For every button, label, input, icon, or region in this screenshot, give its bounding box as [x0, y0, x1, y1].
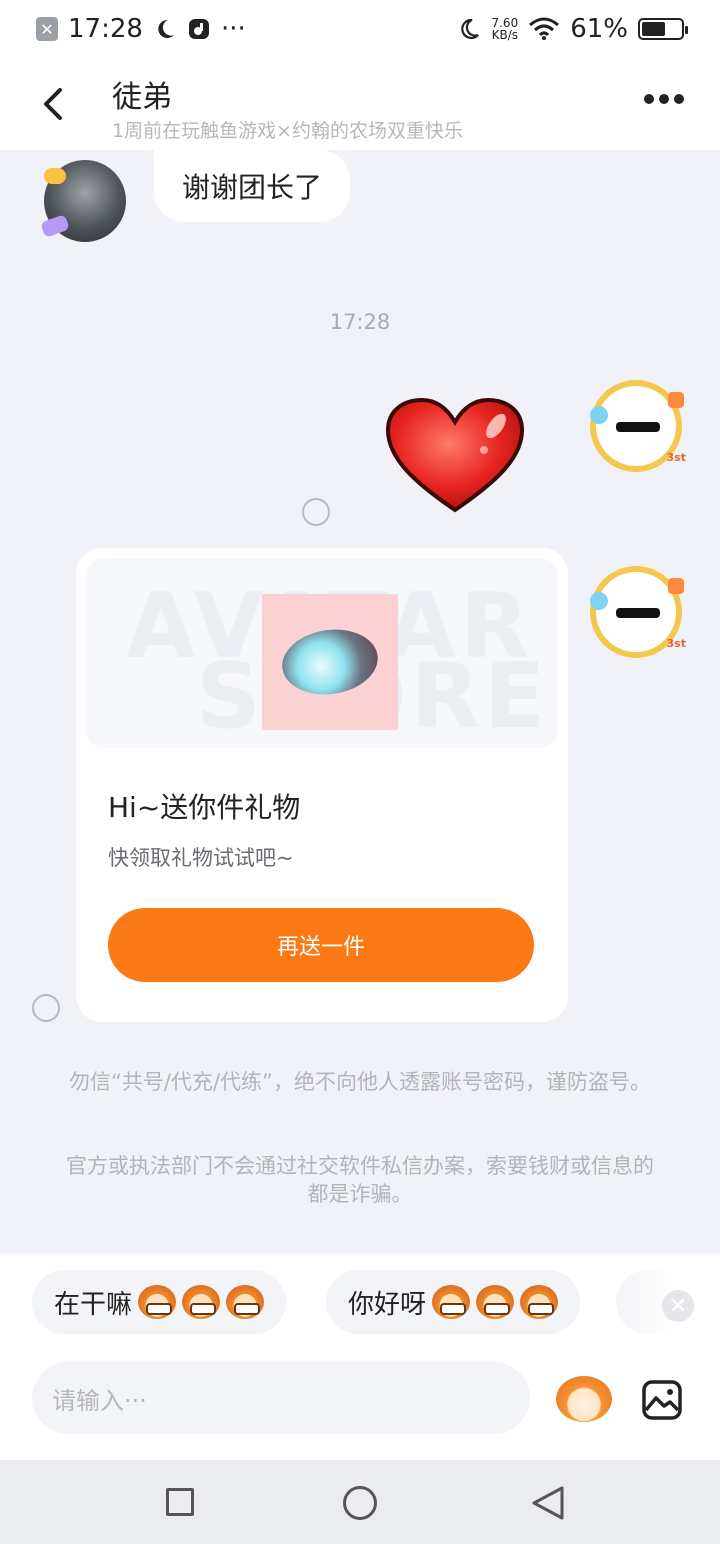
notification-x-icon: ✕ [36, 17, 58, 41]
more-dots-icon[interactable] [644, 94, 684, 106]
send-another-button[interactable]: 再送一件 [108, 908, 534, 982]
heart-sticker[interactable] [384, 396, 526, 516]
nav-back-icon[interactable] [530, 1484, 566, 1522]
monkey-emoji-icon [226, 1285, 265, 1319]
gift-box-icon [668, 392, 684, 408]
status-bar: ✕ 17:28 ··· 7.60 KB/s 61% [0, 0, 720, 58]
avatar-bar [616, 422, 660, 432]
battery-icon [638, 18, 688, 40]
status-time: 17:28 [68, 14, 143, 44]
gift-card[interactable]: AVATAR STORE Hi~送你件礼物 快领取礼物试试吧~ 再送一件 [76, 548, 568, 1022]
my-avatar[interactable]: 3st [590, 566, 686, 658]
chat-subtitle: 1周前在玩触鱼游戏×约翰的农场双重快乐 [112, 120, 464, 142]
send-status-circle [32, 994, 60, 1022]
balloon-icon [590, 406, 608, 424]
monkey-emoji-icon [476, 1285, 515, 1319]
gift-description: 快领取礼物试试吧~ [108, 846, 294, 870]
quick-reply-text: 在干嘛 [54, 1289, 133, 1320]
recent-apps-icon[interactable] [166, 1488, 194, 1516]
close-quick-replies-icon[interactable]: ✕ [662, 1290, 694, 1322]
chat-title: 徒弟 [112, 80, 172, 115]
monkey-emoji-icon [520, 1285, 559, 1319]
balloon-icon [590, 592, 608, 610]
battery-percent: 61% [570, 14, 628, 44]
home-icon[interactable] [343, 1486, 377, 1520]
send-status-circle [302, 498, 330, 526]
gift-banner: AVATAR STORE [86, 558, 558, 748]
eye-item-icon [278, 623, 382, 701]
chat-header: 徒弟 1周前在玩触鱼游戏×约翰的农场双重快乐 [0, 58, 720, 150]
avatar-frame-label: 3st [666, 451, 686, 464]
back-chevron-icon[interactable] [36, 84, 72, 124]
monkey-emoji-icon [182, 1285, 221, 1319]
monkey-emoji-icon [432, 1285, 471, 1319]
avatar-bar [616, 608, 660, 618]
quick-reply-chip[interactable]: 你好呀 [326, 1270, 581, 1334]
wifi-icon [529, 17, 560, 40]
monkey-emoji-icon [138, 1285, 177, 1319]
security-notice-1: 勿信“共号/代充/代练”，绝不向他人透露账号密码，谨防盗号。 [69, 1070, 651, 1094]
net-speed: 7.60 KB/s [491, 17, 518, 41]
image-picker-icon[interactable] [642, 1380, 682, 1420]
more-notifications-indicator: ··· [220, 14, 246, 44]
moon-icon [158, 19, 174, 38]
gift-image [262, 594, 398, 730]
music-app-icon [188, 19, 209, 39]
emoji-button-icon[interactable] [556, 1376, 612, 1422]
sunglasses-badge-icon [44, 168, 66, 184]
quick-reply-text: 你好呀 [348, 1289, 427, 1320]
gift-box-icon [668, 578, 684, 594]
security-notice-2: 官方或执法部门不会通过社交软件私信办案，索要钱财或信息的都是诈骗。 [66, 1154, 654, 1206]
net-speed-unit: KB/s [491, 28, 519, 42]
quick-reply-chip[interactable]: 在干嘛 [32, 1270, 287, 1334]
time-separator: 17:28 [329, 310, 391, 334]
avatar-frame-label: 3st [666, 637, 686, 650]
gift-title: Hi~送你件礼物 [108, 791, 301, 824]
system-nav-bar [0, 1460, 720, 1544]
message-input[interactable]: 请输入··· [32, 1362, 530, 1434]
moon-icon [461, 18, 480, 40]
my-avatar[interactable]: 3st [590, 380, 686, 472]
message-bubble-left[interactable]: 谢谢团长了 [154, 150, 351, 222]
